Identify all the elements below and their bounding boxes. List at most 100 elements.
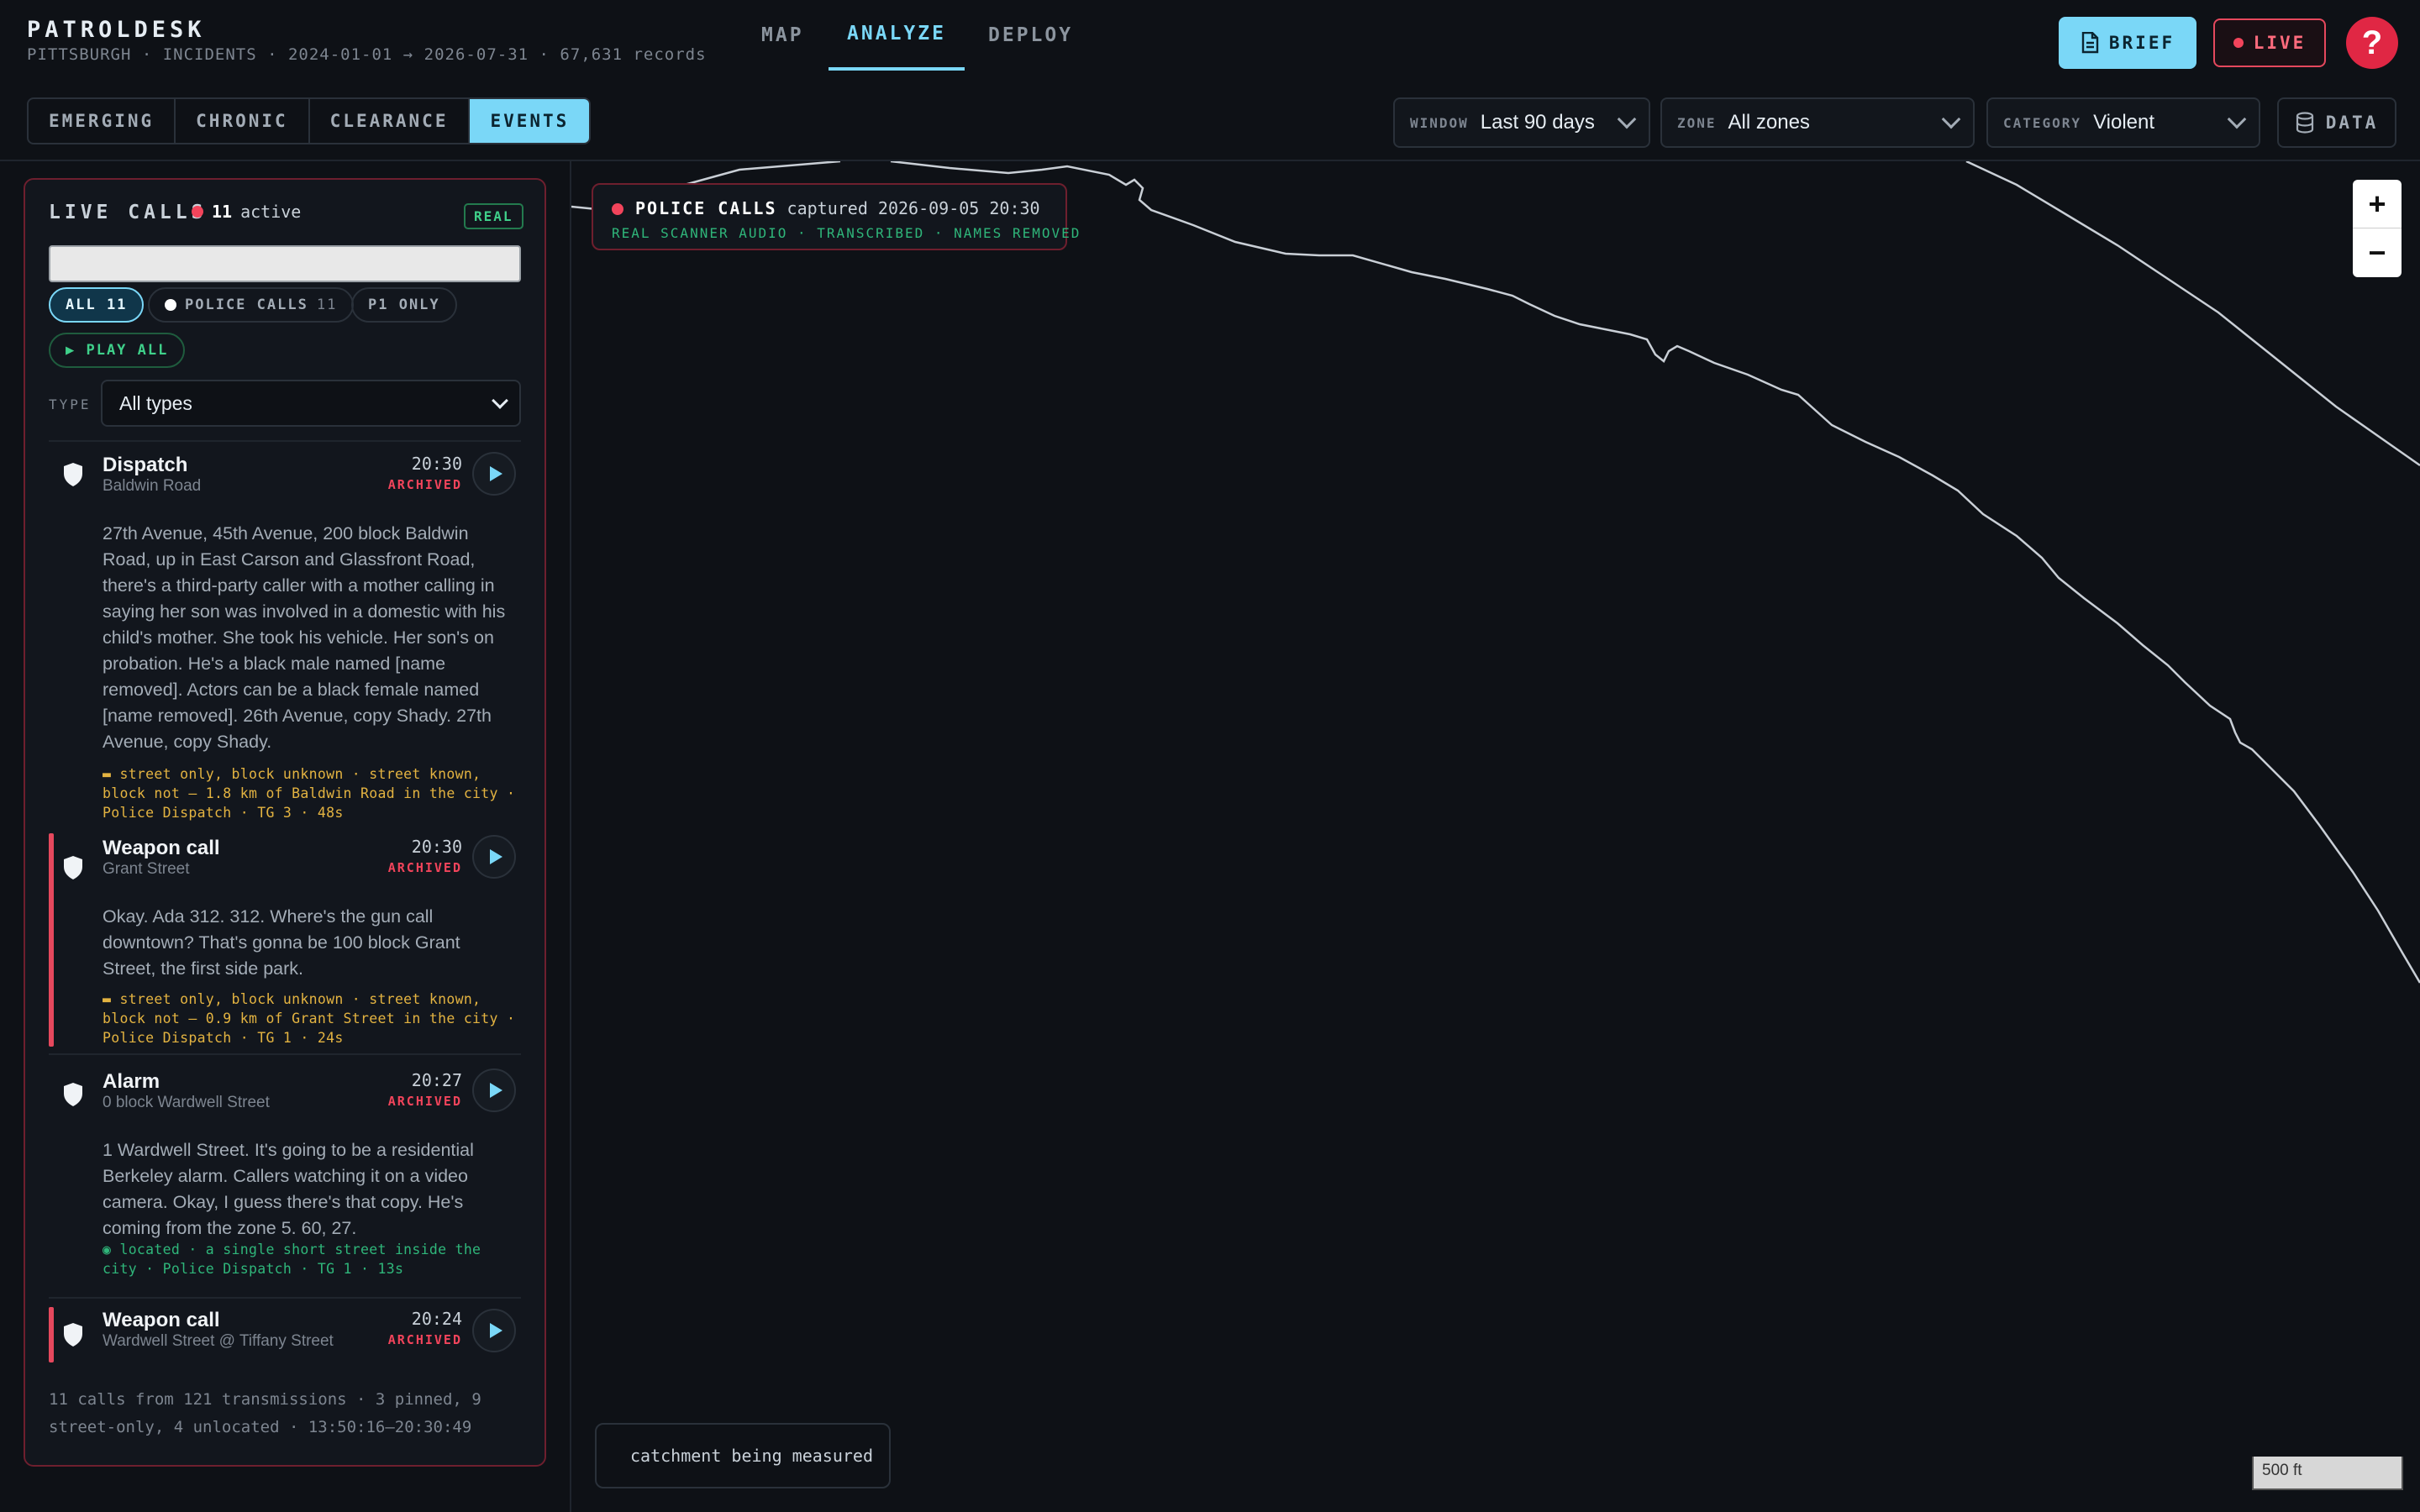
live-dot-icon bbox=[2233, 38, 2244, 48]
document-icon bbox=[2081, 32, 2099, 54]
zone-filter-value: All zones bbox=[1728, 111, 1810, 134]
play-all-button[interactable]: ▶ PLAY ALL bbox=[49, 333, 186, 368]
call-time: 20:27 bbox=[411, 1070, 462, 1090]
call-card-dispatch[interactable]: Dispatch Baldwin Road 20:30 ARCHIVED 27t… bbox=[49, 440, 521, 821]
active-count-value: 11 bbox=[212, 202, 233, 222]
call-title: Weapon call bbox=[103, 837, 220, 859]
category-filter-label: CATEGORY bbox=[2003, 114, 2082, 131]
call-status-badge: ARCHIVED bbox=[387, 477, 462, 492]
database-icon bbox=[2296, 112, 2313, 134]
real-badge: REAL bbox=[464, 203, 523, 229]
category-filter[interactable]: CATEGORY Violent bbox=[1986, 97, 2260, 148]
live-dot-icon bbox=[192, 206, 203, 218]
banner-title: POLICE CALLS bbox=[635, 198, 777, 218]
chip-p1-only[interactable]: P1 ONLY bbox=[351, 287, 457, 323]
call-status-badge: ARCHIVED bbox=[387, 1094, 462, 1109]
call-divider bbox=[49, 1053, 521, 1055]
chevron-down-icon bbox=[1617, 109, 1637, 129]
river-outline bbox=[571, 161, 2420, 984]
call-location-meta: ▬ street only, block unknown · street kn… bbox=[103, 991, 516, 1046]
type-filter-label: TYPE bbox=[49, 396, 92, 412]
zoom-in-button[interactable]: + bbox=[2353, 180, 2402, 228]
active-count-label: active bbox=[240, 202, 302, 222]
tab-clearance[interactable]: CLEARANCE bbox=[310, 99, 471, 143]
audio-scrubber[interactable] bbox=[49, 245, 521, 282]
police-calls-banner: POLICE CALLS captured 2026-09-05 20:30 R… bbox=[592, 183, 1079, 250]
play-call-button[interactable] bbox=[472, 1068, 516, 1112]
dataset-subtitle: PITTSBURGH · INCIDENTS · 2024-01-01 → 20… bbox=[27, 45, 707, 64]
call-divider bbox=[49, 440, 521, 442]
priority-accent bbox=[49, 833, 54, 1047]
category-filter-value: Violent bbox=[2093, 111, 2155, 134]
data-button[interactable]: DATA bbox=[2277, 97, 2396, 148]
call-card-alarm[interactable]: Alarm 0 block Wardwell Street 20:27 ARCH… bbox=[49, 1053, 521, 1297]
play-icon bbox=[489, 1323, 502, 1338]
chevron-down-icon bbox=[2227, 109, 2247, 129]
call-card-weapon-grant[interactable]: Weapon call Grant Street 20:30 ARCHIVED … bbox=[49, 833, 521, 1050]
call-status-badge: ARCHIVED bbox=[387, 860, 462, 875]
active-calls-count: 11 active bbox=[192, 202, 301, 222]
zoom-control: + − bbox=[2353, 180, 2402, 277]
chip-police-calls[interactable]: POLICE CALLS 11 bbox=[148, 287, 355, 323]
banner-subtitle: REAL SCANNER AUDIO · TRANSCRIBED · NAMES… bbox=[612, 225, 1081, 241]
chip-all[interactable]: ALL 11 bbox=[49, 287, 145, 323]
play-call-button[interactable] bbox=[472, 1309, 516, 1352]
type-filter-value: All types bbox=[119, 391, 192, 414]
call-time: 20:30 bbox=[411, 837, 462, 857]
zoom-out-button[interactable]: − bbox=[2353, 228, 2402, 277]
live-button-label: LIVE bbox=[2253, 33, 2307, 53]
chip-police-calls-label: POLICE CALLS bbox=[185, 297, 308, 313]
nav-analyze[interactable]: ANALYZE bbox=[829, 0, 965, 71]
play-icon bbox=[489, 1083, 502, 1098]
play-icon bbox=[489, 466, 502, 481]
call-title: Alarm bbox=[103, 1070, 160, 1093]
nav-map[interactable]: MAP bbox=[761, 0, 803, 71]
app-brand: PATROLDESK bbox=[27, 17, 206, 43]
catchment-status: catchment being measured bbox=[595, 1423, 891, 1488]
map-canvas[interactable]: POLICE CALLS captured 2026-09-05 20:30 R… bbox=[571, 161, 2420, 1512]
brief-button[interactable]: BRIEF bbox=[2059, 17, 2196, 69]
window-filter[interactable]: WINDOW Last 90 days bbox=[1393, 97, 1650, 148]
play-call-button[interactable] bbox=[472, 452, 516, 496]
chip-police-calls-count: 11 bbox=[316, 297, 338, 313]
call-card-weapon-wardwell[interactable]: Weapon call Wardwell Street @ Tiffany St… bbox=[49, 1297, 521, 1373]
shield-icon bbox=[64, 1083, 82, 1106]
play-icon bbox=[489, 849, 502, 864]
analysis-tabs: EMERGING CHRONIC CLEARANCE EVENTS bbox=[27, 97, 592, 144]
chevron-down-icon bbox=[1941, 109, 1961, 129]
priority-accent bbox=[49, 1307, 54, 1362]
analysis-toolbar: EMERGING CHRONIC CLEARANCE EVENTS WINDOW… bbox=[0, 84, 2420, 161]
tab-chronic[interactable]: CHRONIC bbox=[176, 99, 310, 143]
call-location: 0 block Wardwell Street bbox=[103, 1094, 270, 1111]
chevron-down-icon bbox=[492, 392, 508, 409]
call-title: Weapon call bbox=[103, 1309, 220, 1331]
help-button[interactable]: ? bbox=[2346, 17, 2398, 69]
call-status-badge: ARCHIVED bbox=[387, 1332, 462, 1347]
call-location: Wardwell Street @ Tiffany Street bbox=[103, 1332, 334, 1350]
call-time: 20:24 bbox=[411, 1309, 462, 1329]
live-button[interactable]: LIVE bbox=[2213, 18, 2326, 67]
shield-icon bbox=[64, 856, 82, 879]
zone-filter[interactable]: ZONE All zones bbox=[1660, 97, 1975, 148]
banner-captured: captured 2026-09-05 20:30 bbox=[786, 198, 1040, 218]
tab-emerging[interactable]: EMERGING bbox=[29, 99, 176, 143]
type-filter-select[interactable]: All types bbox=[101, 380, 521, 427]
play-call-button[interactable] bbox=[472, 835, 516, 879]
tab-events[interactable]: EVENTS bbox=[470, 99, 590, 143]
brief-button-label: BRIEF bbox=[2108, 33, 2175, 53]
live-calls-title: LIVE CALLS bbox=[49, 202, 208, 223]
banner-title-line: POLICE CALLS captured 2026-09-05 20:30 bbox=[635, 198, 1040, 218]
shield-icon bbox=[64, 1323, 82, 1347]
police-calls-dot-icon bbox=[165, 299, 176, 311]
call-time: 20:30 bbox=[411, 454, 462, 474]
window-filter-label: WINDOW bbox=[1410, 114, 1469, 131]
nav-deploy[interactable]: DEPLOY bbox=[988, 0, 1072, 71]
call-location-meta: ▬ street only, block unknown · street kn… bbox=[103, 766, 516, 821]
call-transcript: 27th Avenue, 45th Avenue, 200 block Bald… bbox=[103, 523, 506, 752]
call-title: Dispatch bbox=[103, 454, 188, 476]
live-calls-panel: LIVE CALLS 11 active REAL ALL 11 POLICE … bbox=[24, 178, 546, 1467]
call-location: Grant Street bbox=[103, 860, 190, 878]
call-transcript: 1 Wardwell Street. It's going to be a re… bbox=[103, 1140, 474, 1238]
call-transcript: Okay. Ada 312. 312. Where's the gun call… bbox=[103, 906, 460, 979]
top-bar: PATROLDESK PITTSBURGH · INCIDENTS · 2024… bbox=[0, 0, 2420, 84]
